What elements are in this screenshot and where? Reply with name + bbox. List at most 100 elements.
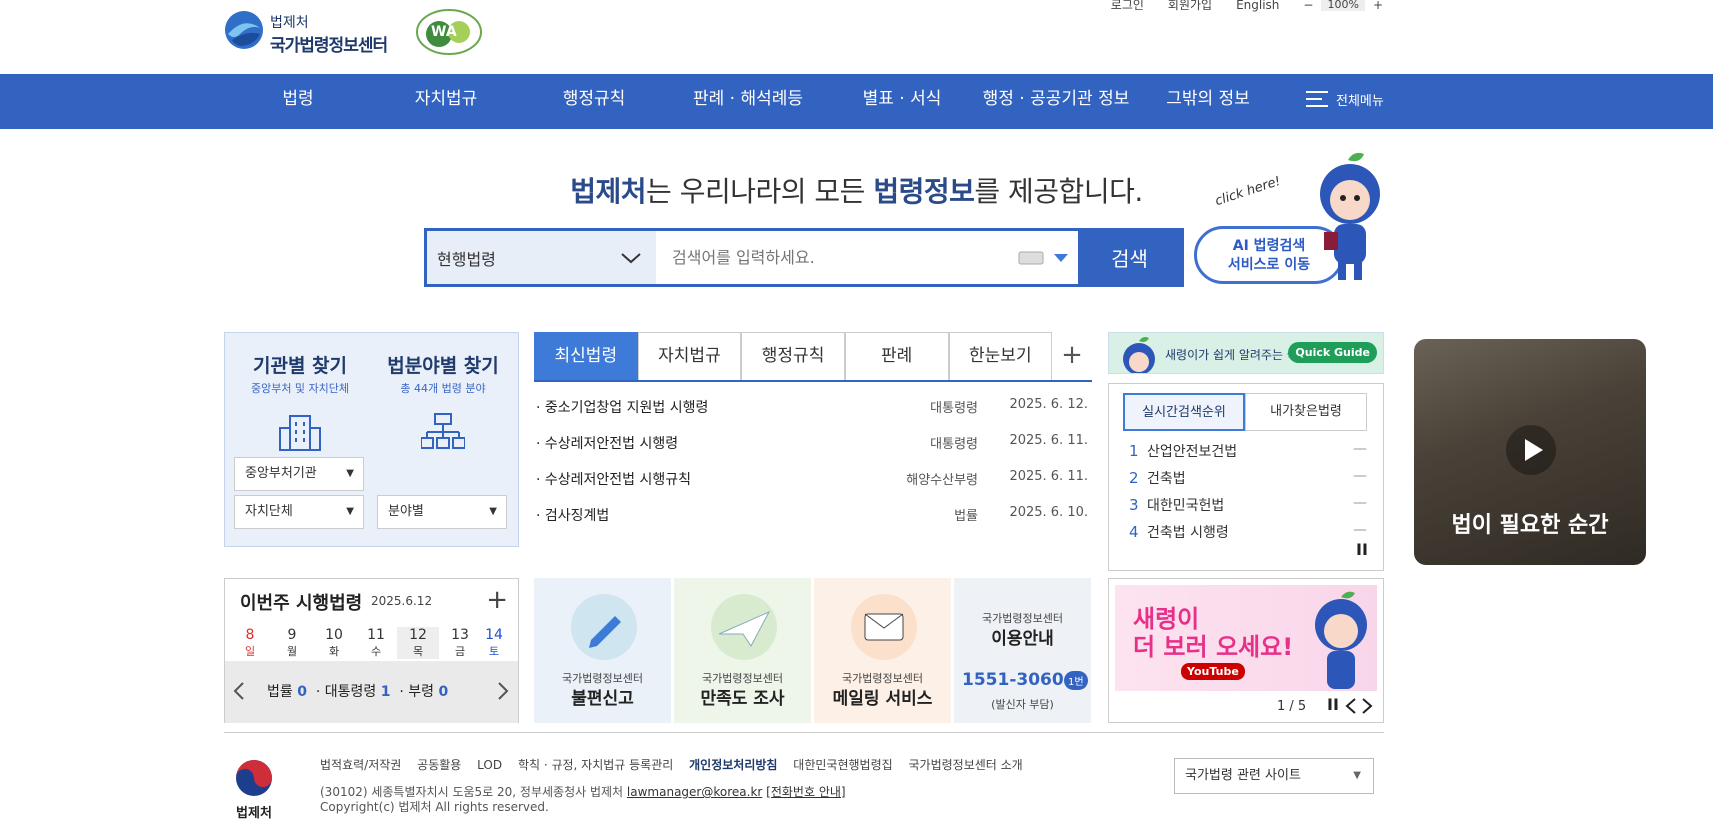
user-guide-card[interactable]: 국가법령정보센터 이용안내 1551-3060 1번 (발신자 부담)	[954, 578, 1091, 723]
tab-precedents[interactable]: 판례	[844, 332, 949, 380]
hero-title: 법제처는 우리나라의 모든 법령정보를 제공합니다.	[0, 170, 1713, 210]
caret-down-icon: ▼	[1353, 770, 1361, 781]
search-tools	[1008, 231, 1078, 284]
pause-icon[interactable]: II	[1327, 695, 1339, 714]
gnb-local-laws[interactable]: 자치법규	[415, 74, 478, 129]
youtube-banner[interactable]: 새령이 더 보러 오세요! YouTube 1 / 5 II	[1108, 578, 1384, 723]
day-cell[interactable]: 10 화	[313, 627, 355, 659]
ai-search-promo[interactable]: click here! AI 법령검색 서비스로 이동	[1186, 150, 1386, 290]
tab-admin-rules[interactable]: 행정규칙	[741, 332, 845, 380]
privacy-policy-link[interactable]: 개인정보처리방침	[689, 758, 777, 772]
phone-guide-link[interactable]: [전화번호 안내]	[766, 785, 845, 799]
chevron-right-icon[interactable]	[497, 681, 509, 701]
rank-change: —	[1353, 468, 1367, 484]
chevron-left-icon[interactable]	[233, 681, 245, 701]
rank-item[interactable]: 3 대한민국헌법 —	[1129, 495, 1369, 515]
rank-item[interactable]: 4 건축법 시행령 —	[1129, 522, 1369, 542]
logo-org: 법제처	[270, 15, 309, 31]
search-scope-select[interactable]: 현행법령	[427, 231, 656, 284]
english-link[interactable]: English	[1236, 0, 1279, 12]
footer-link[interactable]: 국가법령정보센터 소개	[909, 758, 1023, 772]
guide-phone[interactable]: 1551-3060	[962, 670, 1064, 690]
law-name[interactable]: · 검사징계법	[536, 505, 609, 525]
zoom-control: − 100% +	[1303, 0, 1383, 12]
gnb-forms[interactable]: 별표 · 서식	[863, 74, 942, 129]
pres-count[interactable]: 1	[381, 684, 391, 700]
footer-link[interactable]: 법적효력/저작권	[320, 758, 401, 772]
caret-down-icon: ▼	[489, 506, 497, 517]
chevron-down-icon	[621, 252, 641, 263]
tab-my-laws[interactable]: 내가찾은법령	[1245, 393, 1367, 431]
mailing-service-card[interactable]: 국가법령정보센터 메일링 서비스	[814, 578, 951, 723]
footer-link[interactable]: 공동활용	[417, 758, 461, 772]
all-menu-button[interactable]: 전체메뉴	[1304, 88, 1384, 110]
law-name[interactable]: · 중소기업창업 지원법 시행령	[536, 397, 708, 417]
caret-down-icon[interactable]	[1054, 253, 1068, 262]
zoom-in-button[interactable]: +	[1373, 0, 1383, 12]
video-thumbnail[interactable]: 법이 필요한 순간	[1414, 339, 1646, 565]
rank-name: 건축법	[1147, 471, 1186, 487]
weekly-more-button[interactable]: +	[486, 585, 508, 615]
local-gov-select[interactable]: 자치단체 ▼	[234, 495, 364, 529]
play-icon[interactable]	[1506, 425, 1556, 475]
utility-nav: 로그인 회원가입 English − 100% +	[1111, 0, 1383, 13]
tabs-more-button[interactable]: +	[1052, 332, 1092, 380]
quick-guide-banner[interactable]: 새령이가 쉽게 알려주는 국법 Quick Guide	[1108, 332, 1384, 374]
search-bar: 현행법령 검색	[424, 228, 1184, 287]
day-week: 월	[286, 645, 298, 658]
tab-overview[interactable]: 한눈보기	[948, 332, 1053, 380]
footer-link[interactable]: 학칙 · 규정, 자치법규 등록관리	[518, 758, 673, 772]
day-cell-today[interactable]: 12 목	[397, 627, 439, 659]
day-cell[interactable]: 8일	[229, 627, 271, 659]
guide-note: (발신자 부담)	[991, 698, 1054, 711]
pres-label: · 대통령령	[315, 684, 377, 700]
law-row[interactable]: · 중소기업창업 지원법 시행령 대통령령 2025. 6. 12.	[536, 397, 1092, 433]
tab-latest-laws[interactable]: 최신법령	[534, 332, 638, 380]
login-link[interactable]: 로그인	[1111, 0, 1144, 13]
signup-link[interactable]: 회원가입	[1168, 0, 1212, 13]
footer-link[interactable]: LOD	[477, 758, 502, 772]
search-button[interactable]: 검색	[1078, 231, 1181, 284]
related-sites-select[interactable]: 국가법령 관련 사이트 ▼	[1174, 758, 1374, 794]
day-cell[interactable]: 11 수	[355, 627, 397, 659]
gnb-precedents[interactable]: 판례 · 해석례등	[693, 74, 803, 129]
weekly-title: 이번주 시행법령	[240, 593, 363, 614]
central-org-select[interactable]: 중앙부처기관 ▼	[234, 457, 364, 491]
field-select[interactable]: 분야별 ▼	[377, 495, 507, 529]
law-row[interactable]: · 수상레저안전법 시행령 대통령령 2025. 6. 11.	[536, 433, 1092, 469]
law-name[interactable]: · 수상레저안전법 시행규칙	[536, 469, 691, 489]
pause-icon[interactable]: II	[1356, 540, 1368, 559]
rank-item[interactable]: 1 산업안전보건법 —	[1129, 441, 1369, 461]
prev-next-icon[interactable]	[1345, 697, 1373, 715]
video-caption: 법이 필요한 순간	[1451, 513, 1609, 538]
global-nav: 법령 자치법규 행정규칙 판례 · 해석례등 별표 · 서식 행정 · 공공기관…	[0, 74, 1713, 129]
keyboard-icon[interactable]	[1018, 251, 1044, 265]
law-row[interactable]: · 검사징계법 법률 2025. 6. 10.	[536, 505, 1092, 541]
mascot-icon	[1320, 152, 1380, 280]
satisfaction-survey-card[interactable]: 국가법령정보센터 만족도 조사	[674, 578, 811, 723]
complaint-report-card[interactable]: 국가법령정보센터 불편신고	[534, 578, 671, 723]
tab-local-laws[interactable]: 자치법규	[637, 332, 742, 380]
footer-link[interactable]: 대한민국현행법령집	[793, 758, 892, 772]
law-date: 2025. 6. 12.	[1009, 397, 1088, 412]
law-count[interactable]: 0	[297, 684, 307, 700]
moleg-logo[interactable]: 법제처 국가법령정보센터	[224, 10, 414, 56]
gnb-public-info[interactable]: 행정 · 공공기관 정보	[983, 74, 1130, 129]
tab-realtime-rank[interactable]: 실시간검색순위	[1123, 393, 1245, 431]
day-cell[interactable]: 9월	[271, 627, 313, 659]
law-row[interactable]: · 수상레저안전법 시행규칙 해양수산부령 2025. 6. 11.	[536, 469, 1092, 505]
law-name[interactable]: · 수상레저안전법 시행령	[536, 433, 678, 453]
gnb-admin-rules[interactable]: 행정규칙	[563, 74, 626, 129]
gnb-laws[interactable]: 법령	[282, 74, 313, 129]
hero-title-info: 법령정보	[873, 175, 975, 208]
org-finder[interactable]: 기관별 찾기 중앙부처 및 자치단체	[235, 351, 365, 456]
min-count[interactable]: 0	[439, 684, 449, 700]
field-finder[interactable]: 법분야별 찾기 총 44개 법령 분야	[378, 351, 508, 456]
zoom-out-button[interactable]: −	[1303, 0, 1313, 12]
gnb-other-info[interactable]: 그밖의 정보	[1166, 74, 1250, 129]
search-input[interactable]	[656, 231, 1008, 284]
law-type: 대통령령	[930, 401, 978, 416]
day-cell[interactable]: 14 토	[473, 627, 515, 659]
rank-item[interactable]: 2 건축법 —	[1129, 468, 1369, 488]
email-link[interactable]: lawmanager@korea.kr	[627, 785, 762, 799]
